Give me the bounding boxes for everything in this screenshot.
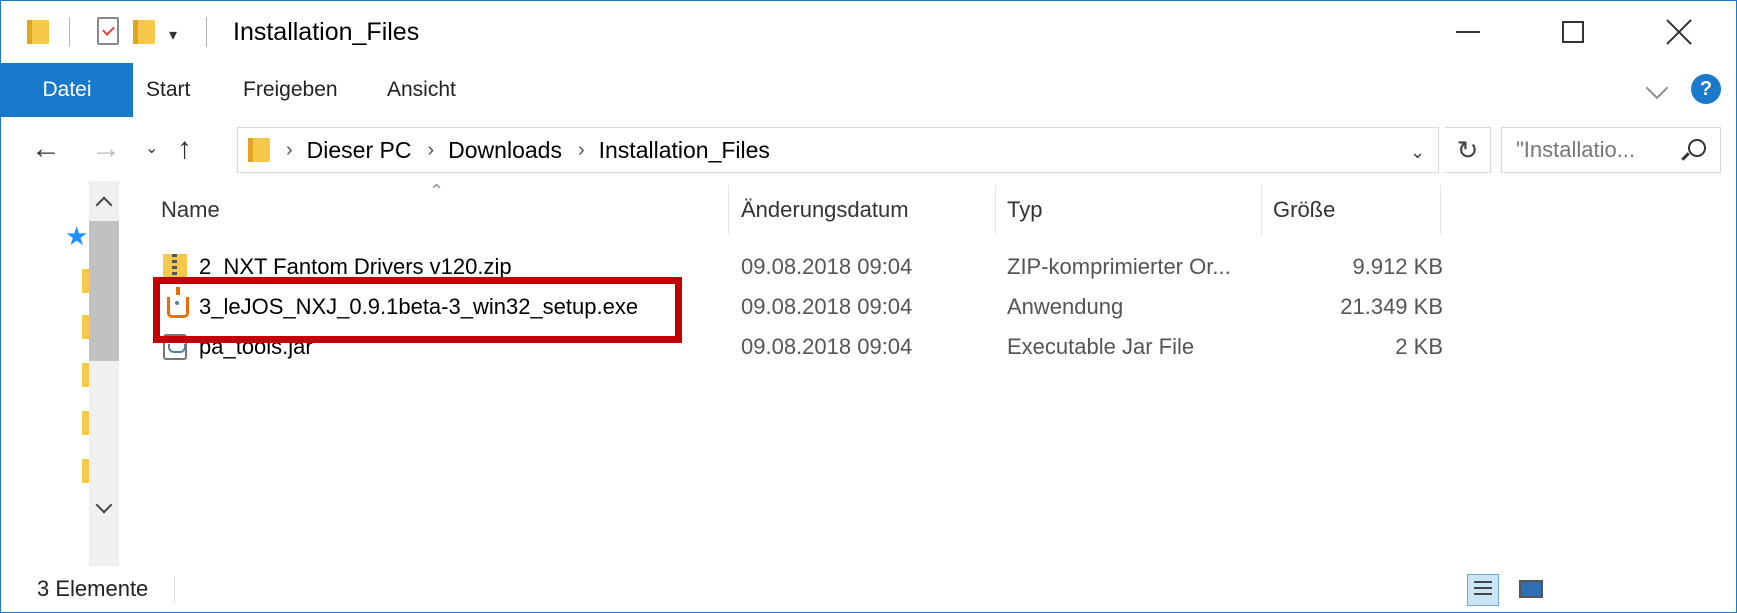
title-bar: ▾ Installation_Files xyxy=(1,1,1736,63)
up-button[interactable]: ↑ xyxy=(177,117,192,181)
breadcrumb-dieser-pc[interactable]: Dieser PC xyxy=(307,137,412,164)
maximize-button[interactable] xyxy=(1525,1,1621,63)
file-size: 21.349 KB xyxy=(1340,294,1443,319)
back-button[interactable]: ← xyxy=(31,117,61,181)
file-type: Anwendung xyxy=(1007,294,1124,319)
toolbar-separator xyxy=(206,17,207,47)
status-bar: 3 Elemente xyxy=(1,566,1736,612)
folder-icon[interactable] xyxy=(82,363,89,387)
folder-icon[interactable] xyxy=(82,315,89,339)
folder-icon[interactable] xyxy=(82,459,89,483)
table-row[interactable]: 3_leJOS_NXJ_0.9.1beta-3_win32_setup.exe … xyxy=(151,287,1451,327)
tab-freigeben[interactable]: Freigeben xyxy=(243,63,338,117)
folder-icon[interactable] xyxy=(82,411,89,435)
quick-access-star-icon[interactable]: ★ xyxy=(65,221,88,252)
column-header-size[interactable]: Größe xyxy=(1263,185,1441,235)
column-header-name[interactable]: Name xyxy=(151,185,729,235)
table-row[interactable]: pa_tools.jar 09.08.2018 09:04 Executable… xyxy=(151,327,1451,367)
details-view-icon[interactable] xyxy=(1467,574,1499,606)
search-icon xyxy=(1688,139,1706,157)
breadcrumb-installation-files[interactable]: Installation_Files xyxy=(599,137,770,164)
file-type: Executable Jar File xyxy=(1007,334,1195,359)
folder-icon[interactable] xyxy=(82,269,89,293)
breadcrumb-separator-icon[interactable]: › xyxy=(578,139,585,162)
folder-icon xyxy=(248,138,270,162)
close-button[interactable] xyxy=(1631,1,1727,63)
toolbar-separator xyxy=(69,17,70,47)
ribbon-tabs: Datei Start Freigeben Ansicht ? xyxy=(1,63,1736,118)
zip-file-icon xyxy=(163,254,187,280)
explorer-window: ▾ Installation_Files Datei Start Freigeb… xyxy=(0,0,1737,613)
address-bar[interactable]: › Dieser PC › Downloads › Installation_F… xyxy=(237,127,1439,173)
file-name: 3_leJOS_NXJ_0.9.1beta-3_win32_setup.exe xyxy=(199,294,639,319)
expand-ribbon-icon[interactable] xyxy=(1645,76,1669,100)
column-header-type[interactable]: Typ xyxy=(997,185,1262,235)
column-header-date[interactable]: Änderungsdatum xyxy=(731,185,996,235)
recent-locations-icon[interactable]: ⌄ xyxy=(145,117,158,181)
window-title: Installation_Files xyxy=(233,18,420,46)
breadcrumb-separator-icon[interactable]: › xyxy=(427,139,434,162)
close-icon xyxy=(1666,19,1692,45)
minimize-icon xyxy=(1456,31,1480,33)
tab-datei[interactable]: Datei xyxy=(1,63,133,117)
new-folder-icon[interactable] xyxy=(133,1,155,63)
maximize-icon xyxy=(1562,21,1584,43)
breadcrumb-downloads[interactable]: Downloads xyxy=(448,137,562,164)
table-row[interactable]: 2_NXT Fantom Drivers v120.zip 09.08.2018… xyxy=(151,247,1451,287)
search-input[interactable]: "Installatio... xyxy=(1501,127,1721,173)
navigation-scrollbar[interactable] xyxy=(89,181,119,566)
navigation-pane: ★ xyxy=(1,181,131,566)
customize-toolbar-icon[interactable]: ▾ xyxy=(169,25,177,45)
properties-icon[interactable] xyxy=(97,17,119,45)
file-name: pa_tools.jar xyxy=(199,334,313,359)
minimize-button[interactable] xyxy=(1420,1,1516,63)
file-size: 9.912 KB xyxy=(1352,254,1443,279)
search-placeholder: "Installatio... xyxy=(1516,137,1636,162)
scrollbar-thumb[interactable] xyxy=(89,221,119,361)
address-dropdown-icon[interactable]: ⌄ xyxy=(1410,142,1425,163)
tab-start[interactable]: Start xyxy=(146,63,190,117)
scroll-down-icon[interactable] xyxy=(95,496,113,514)
help-icon[interactable]: ? xyxy=(1691,74,1721,104)
file-size: 2 KB xyxy=(1395,334,1443,359)
navigation-bar: ← → ⌄ ↑ › Dieser PC › Downloads › Instal… xyxy=(1,117,1736,181)
refresh-button[interactable]: ↻ xyxy=(1445,127,1491,173)
folder-icon[interactable] xyxy=(27,1,49,63)
large-icons-view-icon[interactable] xyxy=(1515,574,1547,606)
status-separator xyxy=(174,576,175,602)
jar-file-icon xyxy=(163,334,187,360)
file-date: 09.08.2018 09:04 xyxy=(741,334,913,359)
forward-button[interactable]: → xyxy=(91,117,121,181)
breadcrumb-separator-icon[interactable]: › xyxy=(286,139,293,162)
scroll-up-icon[interactable] xyxy=(95,196,113,214)
refresh-icon: ↻ xyxy=(1456,135,1479,165)
tab-ansicht[interactable]: Ansicht xyxy=(387,63,456,117)
file-date: 09.08.2018 09:04 xyxy=(741,254,913,279)
file-list: ⌃ Name Änderungsdatum Typ Größe 2_NXT Fa… xyxy=(131,181,1736,566)
file-name: 2_NXT Fantom Drivers v120.zip xyxy=(199,254,512,279)
java-installer-icon xyxy=(167,287,189,318)
file-type: ZIP-komprimierter Or... xyxy=(1007,254,1231,279)
file-date: 09.08.2018 09:04 xyxy=(741,294,913,319)
item-count: 3 Elemente xyxy=(37,576,149,601)
